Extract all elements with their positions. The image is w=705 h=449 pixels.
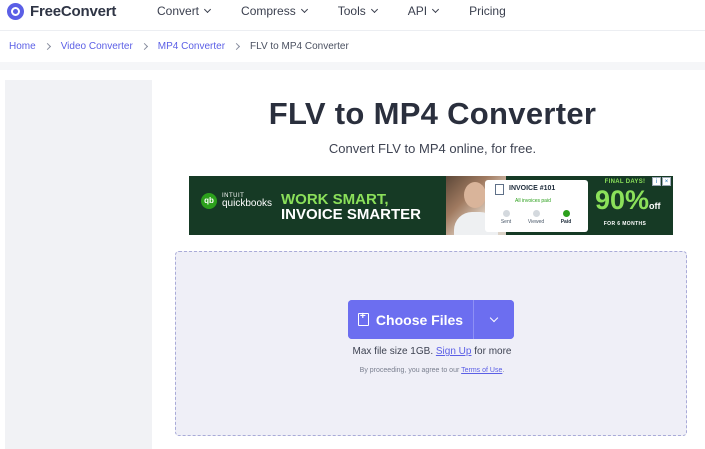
nav-item-api[interactable]: API [407, 4, 440, 18]
nav-item-compress[interactable]: Compress [241, 4, 308, 18]
site-header: FreeConvert Convert Compress Tools API P… [0, 0, 705, 27]
ad-logo: qb INTUIT quickbooks [201, 193, 272, 209]
ad-step-label: Sent [500, 219, 512, 225]
logo[interactable]: FreeConvert [7, 3, 116, 20]
ad-headline-1: WORK SMART, [281, 191, 389, 208]
chevron-down-icon [300, 5, 308, 14]
ad-invoice-card: INVOICE #101 All invoices paid Sent View… [485, 180, 588, 232]
check-icon [562, 210, 570, 217]
breadcrumb-current: FLV to MP4 Converter [250, 41, 349, 52]
file-add-icon [357, 311, 369, 326]
nav-label: Convert [157, 4, 200, 18]
ad-brand: INTUIT quickbooks [222, 193, 272, 209]
nav-label: API [407, 4, 428, 18]
upload-source-dropdown[interactable] [473, 300, 514, 339]
sign-up-link[interactable]: Sign Up [436, 346, 472, 357]
ad-step: Viewed [521, 210, 551, 225]
terms-note: By proceeding, you agree to our Terms of… [176, 367, 688, 374]
ad-choices[interactable]: i × [651, 177, 671, 186]
ad-steps: Sent Viewed Paid [491, 210, 581, 225]
freeconvert-logo-icon [7, 3, 24, 20]
nav-label: Pricing [469, 4, 506, 18]
max-size-text: Max file size 1GB. [352, 346, 434, 357]
ad-step: Paid [551, 210, 581, 225]
chevron-down-icon [489, 313, 499, 323]
ad-headline-2: INVOICE SMARTER [281, 206, 422, 223]
nav-label: Compress [241, 4, 296, 18]
document-icon [495, 184, 504, 195]
ad-step-label: Viewed [527, 219, 545, 225]
nav-item-pricing[interactable]: Pricing [469, 4, 506, 18]
breadcrumb-mp4-converter[interactable]: MP4 Converter [158, 41, 225, 52]
chevron-down-icon [203, 5, 212, 14]
choose-files-group: Choose Files [348, 300, 514, 339]
sidebar-ad-space [5, 80, 152, 449]
file-dropzone[interactable]: Choose Files Max file size 1GB. Sign Up … [175, 251, 687, 436]
ad-promo-pct: 90%off [595, 185, 661, 221]
choose-files-label: Choose Files [375, 311, 464, 328]
check-icon [502, 210, 510, 217]
ad-headline: WORK SMART, INVOICE SMARTER [281, 192, 421, 222]
choose-files-button[interactable]: Choose Files [348, 300, 473, 339]
ad-info-icon[interactable]: i [652, 177, 661, 186]
chevron-down-icon [432, 5, 440, 14]
chevron-down-icon [370, 5, 378, 14]
breadcrumb-video-converter[interactable]: Video Converter [61, 41, 133, 52]
ad-promo: FINAL DAYS! 90%off FOR 6 MONTHS [595, 179, 661, 231]
ad-step: Sent [491, 210, 521, 225]
main-nav: Convert Compress Tools API Pricing [157, 4, 537, 18]
check-icon [532, 210, 540, 217]
nav-item-convert[interactable]: Convert [157, 4, 212, 18]
breadcrumb-home[interactable]: Home [9, 41, 36, 52]
close-icon[interactable]: × [662, 177, 671, 186]
divider-strip [0, 62, 705, 70]
terms-of-use-link[interactable]: Terms of Use [461, 367, 502, 374]
breadcrumb: Home Video Converter MP4 Converter FLV t… [9, 41, 349, 52]
terms-text-post: . [502, 367, 505, 374]
chevron-right-icon [43, 42, 51, 51]
ad-promo-pct-value: 90% [595, 185, 650, 215]
ad-invoice-title: INVOICE #101 [509, 185, 556, 192]
ad-step-label: Paid [560, 219, 572, 225]
nav-item-tools[interactable]: Tools [337, 4, 378, 18]
page-subtitle: Convert FLV to MP4 online, for free. [328, 141, 537, 156]
ad-promo-bottom: FOR 6 MONTHS [603, 221, 647, 227]
nav-label: Tools [337, 4, 366, 18]
ad-promo-off: off [649, 201, 661, 211]
breadcrumb-bar: Home Video Converter MP4 Converter FLV t… [0, 30, 705, 62]
ad-brand-name: quickbooks [222, 198, 273, 209]
page-title: FLV to MP4 Converter [268, 96, 597, 131]
logo-text: FreeConvert [30, 3, 117, 20]
ad-invoice-sub: All invoices paid [515, 198, 551, 204]
chevron-right-icon [140, 42, 148, 51]
max-file-size-note: Max file size 1GB. Sign Up for more [176, 346, 688, 357]
chevron-right-icon [232, 42, 241, 51]
ad-banner[interactable]: qb INTUIT quickbooks WORK SMART, INVOICE… [189, 176, 673, 235]
max-size-text-post: for more [474, 346, 512, 357]
terms-text: By proceeding, you agree to our [359, 367, 460, 374]
quickbooks-logo-icon: qb [201, 193, 217, 209]
